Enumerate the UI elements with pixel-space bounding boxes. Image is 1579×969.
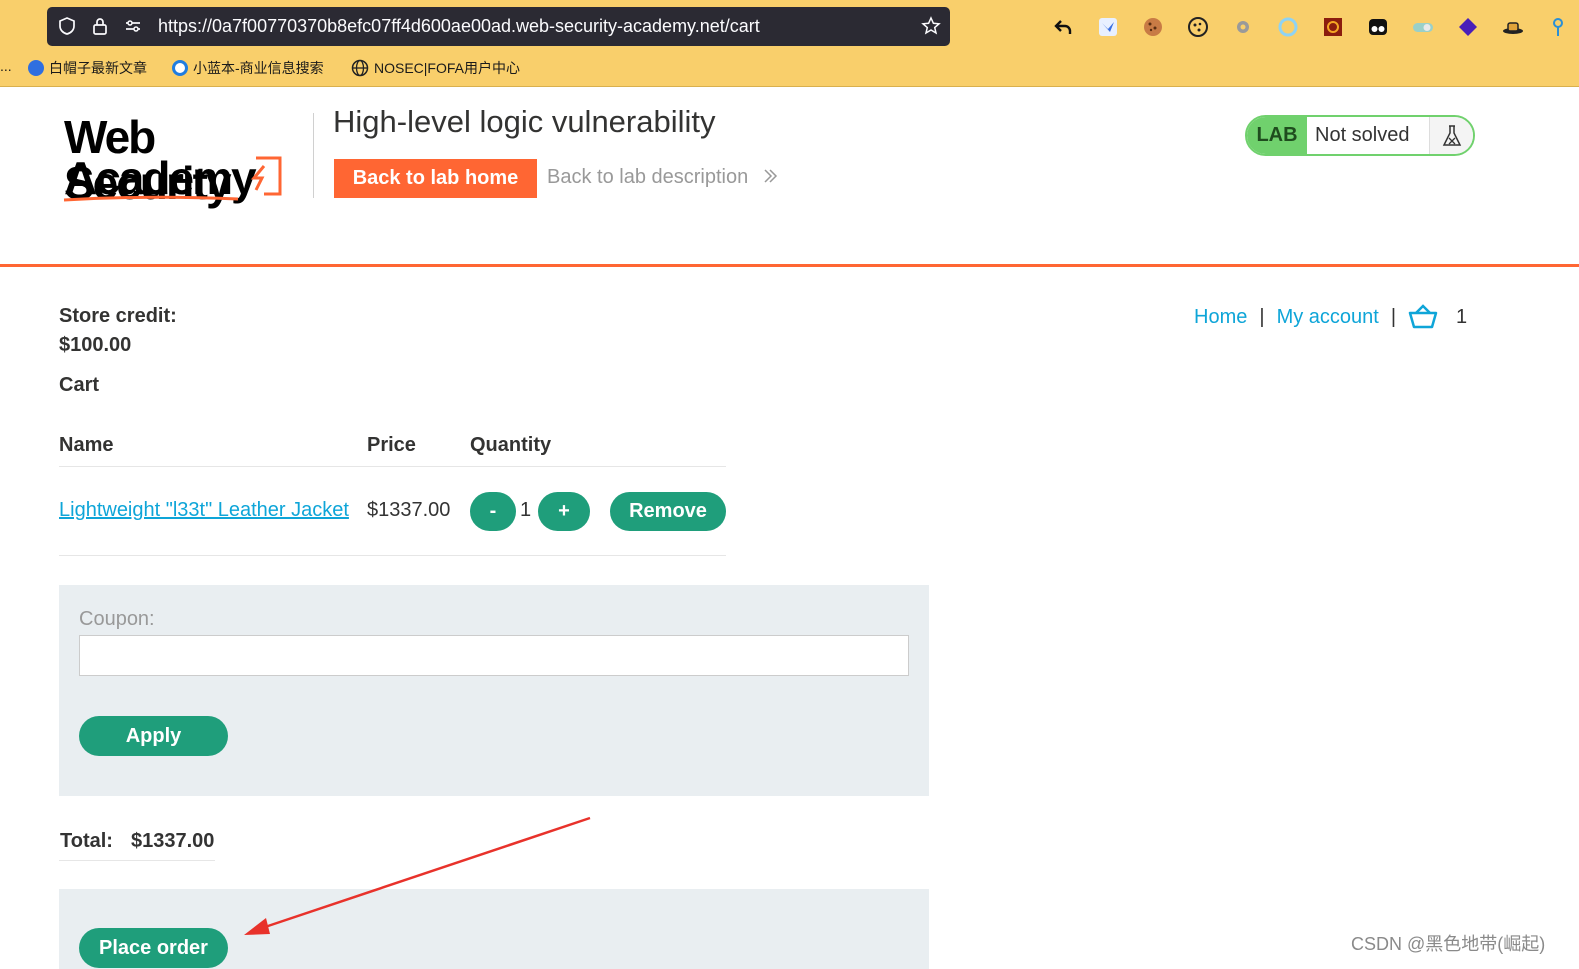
extension-toggle-icon[interactable] [1410, 14, 1436, 40]
address-bar[interactable]: https://0a7f00770370b8efc07ff4d600ae00ad… [47, 7, 950, 46]
bookmark-favicon-icon [172, 60, 188, 76]
extension-sun-icon[interactable] [1320, 14, 1346, 40]
table-divider [59, 466, 726, 467]
flask-icon [1429, 117, 1473, 154]
column-header-price: Price [367, 434, 416, 456]
column-header-name: Name [59, 434, 114, 456]
double-chevron-right-icon [764, 169, 777, 183]
bookmark-item[interactable]: 白帽子最新文章 [28, 58, 147, 78]
coupon-input[interactable] [79, 635, 909, 676]
top-navigation: Home | My account | 1 [1194, 304, 1467, 330]
coupon-label: Coupon: [79, 608, 155, 630]
bookmark-favicon-icon [28, 60, 44, 76]
cookie-icon[interactable] [1140, 14, 1166, 40]
basket-icon[interactable] [1408, 304, 1438, 330]
total-value: $1337.00 [131, 830, 215, 852]
extension-hat-icon[interactable] [1500, 14, 1526, 40]
browser-toolbar: https://0a7f00770370b8efc07ff4d600ae00ad… [0, 0, 1579, 87]
store-credit-value: $100.00 [59, 334, 132, 356]
extension-gear-icon[interactable] [1230, 14, 1256, 40]
nav-separator: | [1390, 305, 1397, 328]
apply-coupon-button[interactable]: Apply [79, 716, 228, 756]
cart-count: 1 [1456, 305, 1468, 328]
cart-heading: Cart [59, 374, 100, 396]
url-text[interactable]: https://0a7f00770370b8efc07ff4d600ae00ad… [158, 16, 760, 37]
extension-swift-icon[interactable] [1095, 14, 1121, 40]
store-credit-label: Store credit: [59, 305, 177, 327]
column-header-quantity: Quantity [470, 434, 552, 456]
extension-glasses-icon[interactable] [1365, 14, 1391, 40]
table-divider [59, 555, 726, 556]
lock-icon[interactable] [90, 16, 110, 36]
place-order-button[interactable]: Place order [79, 928, 228, 968]
nav-my-account-link[interactable]: My account [1277, 306, 1379, 329]
product-quantity: 1 [520, 499, 532, 521]
total-label: Total: [60, 830, 113, 852]
lab-status-widget: LAB Not solved [1245, 115, 1475, 156]
lab-status-text: Not solved [1307, 117, 1429, 154]
cookie-editor-icon[interactable] [1185, 14, 1211, 40]
logo-underline [63, 195, 239, 202]
bookmarks-overflow[interactable]: ... [0, 58, 12, 74]
header-divider-line [0, 264, 1579, 267]
increase-quantity-button[interactable]: + [538, 492, 590, 531]
permissions-icon[interactable] [123, 16, 143, 36]
product-price: $1337.00 [367, 499, 451, 521]
product-link[interactable]: Lightweight "l33t" Leather Jacket [59, 499, 349, 522]
bookmark-item[interactable]: 小蓝本-商业信息搜索 [172, 58, 324, 78]
extension-diamond-icon[interactable] [1455, 14, 1481, 40]
shield-icon[interactable] [57, 16, 77, 36]
total-divider [59, 860, 215, 861]
star-icon[interactable] [921, 16, 941, 36]
nav-home-link[interactable]: Home [1194, 306, 1247, 329]
back-to-lab-home-button[interactable]: Back to lab home [334, 159, 537, 198]
nav-separator: | [1259, 305, 1265, 328]
header-divider [313, 113, 314, 198]
bookmark-item[interactable]: NOSEC|FOFA用户中心 [351, 58, 520, 78]
globe-icon [351, 59, 369, 77]
back-icon[interactable] [1050, 14, 1076, 40]
back-to-lab-description-link[interactable]: Back to lab description [547, 166, 778, 189]
extension-pin-icon[interactable] [1545, 14, 1571, 40]
logo-bolt-icon [250, 156, 282, 196]
remove-item-button[interactable]: Remove [610, 492, 726, 531]
watermark: CSDN @黑色地带(崛起) [1351, 934, 1546, 954]
lab-tag: LAB [1247, 117, 1307, 154]
decrease-quantity-button[interactable]: - [470, 492, 516, 531]
extension-ring-icon[interactable] [1275, 14, 1301, 40]
coupon-panel [59, 585, 929, 796]
academy-logo[interactable]: Web Security Academy [62, 110, 312, 206]
lab-title: High-level logic vulnerability [333, 104, 716, 139]
